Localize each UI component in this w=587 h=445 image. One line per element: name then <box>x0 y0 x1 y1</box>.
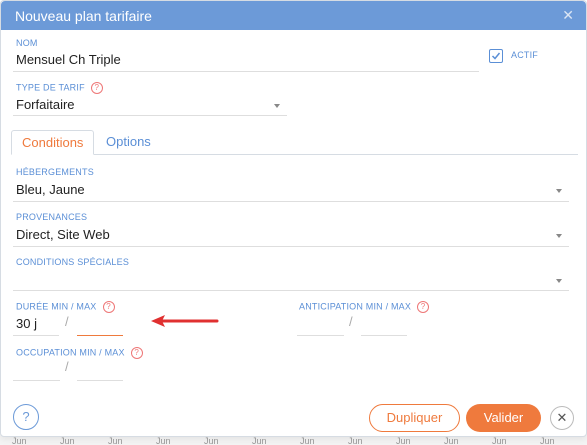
actif-checkbox[interactable] <box>489 49 503 63</box>
actif-label: ACTIF <box>511 50 538 60</box>
chevron-down-icon[interactable] <box>274 104 280 108</box>
chevron-down-icon[interactable] <box>556 189 562 193</box>
hebergements-label: HÉBERGEMENTS <box>16 167 94 177</box>
occupation-min-underline <box>13 380 60 381</box>
check-icon <box>491 52 501 60</box>
duree-min-underline <box>13 335 59 336</box>
conditions-speciales-label: CONDITIONS SPÉCIALES <box>16 257 130 267</box>
hebergements-select[interactable]: Bleu, Jaune <box>16 182 85 197</box>
anticipation-label: ANTICIPATION MIN / MAX? <box>299 301 430 313</box>
anticipation-max-underline <box>361 335 407 336</box>
occupation-separator: / <box>65 359 69 374</box>
tab-options[interactable]: Options <box>96 130 161 155</box>
duree-label: DURÉE MIN / MAX? <box>16 301 115 313</box>
type-tarif-label: TYPE DE TARIF? <box>16 82 103 94</box>
help-icon[interactable]: ? <box>102 301 115 313</box>
chevron-down-icon[interactable] <box>556 279 562 283</box>
duree-separator: / <box>65 314 69 329</box>
red-arrow-annotation <box>151 315 219 327</box>
duree-max-underline <box>77 335 123 336</box>
occupation-max-underline <box>77 380 123 381</box>
anticipation-label-text: ANTICIPATION MIN / MAX <box>299 301 412 312</box>
rate-plan-dialog: Nouveau plan tarifaire ✕ NOM Mensuel Ch … <box>0 0 587 437</box>
nom-underline <box>13 71 479 72</box>
close-button[interactable]: ✕ <box>550 406 574 430</box>
provenances-select[interactable]: Direct, Site Web <box>16 227 110 242</box>
hebergements-underline <box>13 201 569 202</box>
nom-label: NOM <box>16 38 38 48</box>
help-icon[interactable]: ? <box>90 82 103 94</box>
validate-button[interactable]: Valider <box>466 404 541 432</box>
provenances-label: PROVENANCES <box>16 212 88 222</box>
help-icon[interactable]: ? <box>417 301 430 313</box>
nom-input[interactable]: Mensuel Ch Triple <box>16 52 121 67</box>
dialog-title: Nouveau plan tarifaire <box>15 8 152 24</box>
dialog-titlebar: Nouveau plan tarifaire ✕ <box>1 1 586 30</box>
duplicate-button[interactable]: Dupliquer <box>369 404 460 432</box>
occupation-label-text: OCCUPATION MIN / MAX <box>16 347 125 358</box>
close-icon[interactable]: ✕ <box>562 7 574 24</box>
help-button[interactable]: ? <box>13 404 39 430</box>
chevron-down-icon[interactable] <box>556 234 562 238</box>
provenances-underline <box>13 246 569 247</box>
type-tarif-label-text: TYPE DE TARIF <box>16 82 85 93</box>
type-tarif-underline <box>13 115 287 116</box>
type-tarif-select[interactable]: Forfaitaire <box>16 97 75 112</box>
occupation-label: OCCUPATION MIN / MAX? <box>16 347 143 359</box>
anticipation-separator: / <box>349 314 353 329</box>
help-icon[interactable]: ? <box>130 347 143 359</box>
conditions-speciales-underline <box>13 290 569 291</box>
tab-bar: Conditions Options <box>11 130 578 155</box>
duree-min-input[interactable]: 30 j <box>16 316 37 331</box>
tab-conditions[interactable]: Conditions <box>11 130 95 155</box>
duree-label-text: DURÉE MIN / MAX <box>16 301 97 312</box>
anticipation-min-underline <box>297 335 344 336</box>
